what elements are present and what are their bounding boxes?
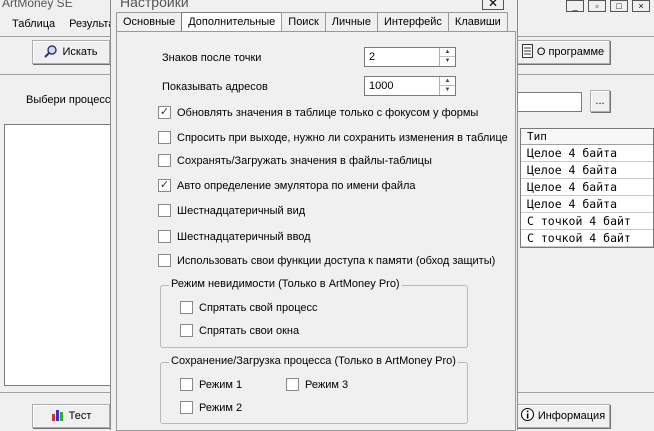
- tab-basic[interactable]: Основные: [116, 12, 183, 32]
- save-load-group: Сохранение/Загрузка процесса (Только в A…: [160, 355, 468, 424]
- info-button[interactable]: Информация: [516, 404, 610, 428]
- chart-icon: [51, 408, 65, 424]
- addresses-value: 1000: [369, 80, 394, 92]
- checkbox-icon[interactable]: [180, 378, 193, 391]
- checkbox-icon[interactable]: [158, 131, 171, 144]
- spin-down-icon[interactable]: ▼: [440, 57, 455, 66]
- option-mode-3[interactable]: Режим 3: [286, 378, 348, 391]
- checkbox-checked-icon[interactable]: ✓: [158, 179, 171, 192]
- table-row[interactable]: Целое 4 байта: [521, 196, 653, 213]
- spin-up-icon[interactable]: ▲: [440, 48, 455, 57]
- addresses-spinbox[interactable]: 1000 ▲ ▼: [364, 76, 456, 96]
- option-update-focus[interactable]: ✓ Обновлять значения в таблице только с …: [158, 106, 478, 119]
- about-button[interactable]: О программе: [516, 40, 610, 64]
- option-mode-2[interactable]: Режим 2: [180, 401, 242, 414]
- save-load-group-title: Сохранение/Загрузка процесса (Только в A…: [169, 355, 458, 367]
- stealth-group-title: Режим невидимости (Только в ArtMoney Pro…: [169, 278, 402, 290]
- search-icon: [44, 44, 58, 61]
- main-window-title: ArtMoney SE: [2, 0, 73, 10]
- checkbox-icon[interactable]: [158, 204, 171, 217]
- table-row[interactable]: С точкой 4 байт: [521, 213, 653, 230]
- table-row[interactable]: С точкой 4 байт: [521, 230, 653, 247]
- restore-icon[interactable]: ▫: [588, 0, 606, 12]
- option-hide-process[interactable]: Спрятать свой процесс: [180, 301, 318, 314]
- spin-up-icon[interactable]: ▲: [440, 77, 455, 86]
- checkbox-icon[interactable]: [180, 324, 193, 337]
- option-ask-on-exit[interactable]: Спросить при выходе, нужно ли сохранить …: [158, 131, 508, 144]
- checkbox-icon[interactable]: [158, 254, 171, 267]
- addresses-label: Показывать адресов: [162, 81, 268, 93]
- stealth-group: Режим невидимости (Только в ArtMoney Pro…: [160, 278, 468, 348]
- close-main-icon[interactable]: ×: [632, 0, 650, 12]
- checkbox-icon[interactable]: [158, 154, 171, 167]
- table-header-type[interactable]: Тип: [521, 129, 653, 145]
- spin-down-icon[interactable]: ▼: [440, 86, 455, 95]
- test-button[interactable]: Тест: [32, 404, 110, 428]
- minimize-icon[interactable]: _: [566, 0, 584, 12]
- checkbox-icon[interactable]: [286, 378, 299, 391]
- option-hex-input[interactable]: Шестнадцатеричный ввод: [158, 230, 311, 243]
- tab-bar: Основные Дополнительные Поиск Личные Инт…: [116, 12, 508, 33]
- tab-hotkeys[interactable]: Клавиши: [447, 12, 508, 32]
- checkbox-checked-icon[interactable]: ✓: [158, 106, 171, 119]
- decimals-spinbox[interactable]: 2 ▲ ▼: [364, 47, 456, 67]
- menu-table[interactable]: Таблица: [12, 18, 55, 30]
- decimals-value: 2: [369, 51, 376, 63]
- process-select[interactable]: [518, 92, 582, 112]
- info-icon: [520, 408, 534, 424]
- checkbox-icon[interactable]: [180, 401, 193, 414]
- option-auto-emulator[interactable]: ✓ Авто определение эмулятора по имени фа…: [158, 179, 416, 192]
- close-icon[interactable]: ✕: [482, 0, 504, 10]
- menu-results[interactable]: Результа: [69, 18, 114, 30]
- dialog-title: Настройки: [120, 0, 189, 10]
- table-row[interactable]: Целое 4 байта: [521, 145, 653, 162]
- decimals-label: Знаков после точки: [162, 52, 262, 64]
- table-row[interactable]: Целое 4 байта: [521, 179, 653, 196]
- browse-button[interactable]: ...: [590, 90, 610, 112]
- checkbox-icon[interactable]: [180, 301, 193, 314]
- option-save-tables[interactable]: Сохранять/Загружать значения в файлы-таб…: [158, 154, 432, 167]
- option-own-memory-access[interactable]: Использовать свои функции доступа к памя…: [158, 254, 495, 267]
- tab-interface[interactable]: Интерфейс: [376, 12, 449, 32]
- menu-bar: Таблица Результа: [0, 14, 114, 34]
- checkbox-icon[interactable]: [158, 230, 171, 243]
- process-label: Выбери процесс: [26, 94, 111, 106]
- tab-advanced[interactable]: Дополнительные: [181, 12, 283, 33]
- results-table[interactable]: Тип Целое 4 байта Целое 4 байта Целое 4 …: [520, 128, 654, 248]
- document-icon: [521, 43, 533, 61]
- search-button[interactable]: Искать: [32, 40, 110, 64]
- process-list-panel[interactable]: [4, 124, 111, 386]
- maximize-icon[interactable]: □: [610, 0, 628, 12]
- option-hide-windows[interactable]: Спрятать свои окна: [180, 324, 299, 337]
- table-row[interactable]: Целое 4 байта: [521, 162, 653, 179]
- option-mode-1[interactable]: Режим 1: [180, 378, 242, 391]
- option-hex-view[interactable]: Шестнадцатеричный вид: [158, 204, 305, 217]
- tab-search[interactable]: Поиск: [281, 12, 326, 32]
- tab-personal[interactable]: Личные: [324, 12, 378, 32]
